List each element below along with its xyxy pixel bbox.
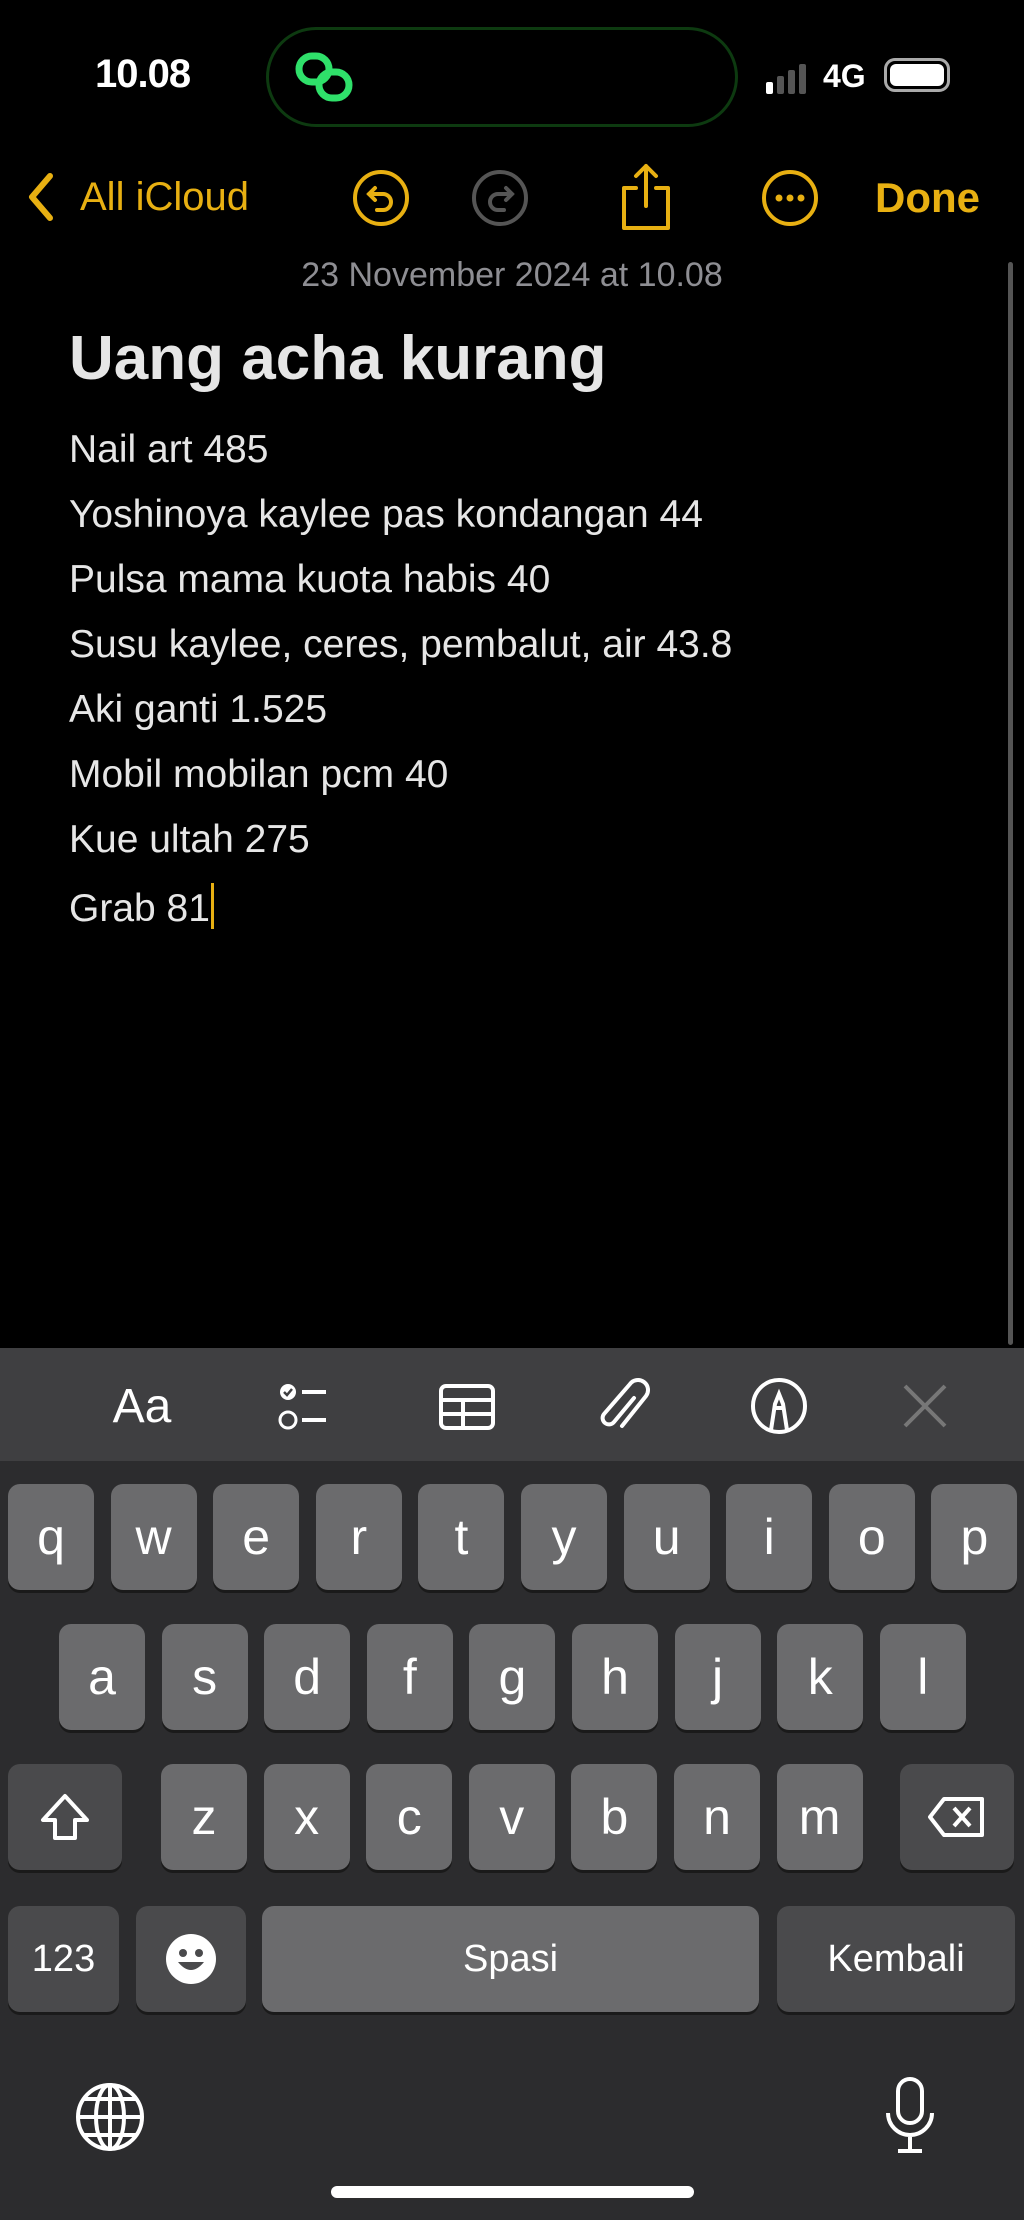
key-y[interactable]: y xyxy=(521,1484,607,1590)
network-type: 4G xyxy=(823,58,866,94)
note-title[interactable]: Uang acha kurang xyxy=(69,323,606,394)
key-t[interactable]: t xyxy=(418,1484,505,1590)
text-cursor xyxy=(210,883,214,929)
key-e[interactable]: e xyxy=(213,1484,300,1590)
key-i[interactable]: i xyxy=(726,1484,813,1590)
home-indicator[interactable] xyxy=(331,2186,694,2198)
space-key[interactable]: Spasi xyxy=(262,1906,759,2012)
link-icon xyxy=(295,52,353,102)
key-b[interactable]: b xyxy=(571,1764,658,1870)
key-h[interactable]: h xyxy=(572,1624,658,1730)
undo-icon[interactable] xyxy=(351,168,411,228)
status-time: 10.08 xyxy=(95,52,191,96)
key-a[interactable]: a xyxy=(59,1624,145,1730)
delete-icon xyxy=(928,1797,984,1837)
format-button[interactable]: Aa xyxy=(112,1376,172,1436)
note-line: Yoshinoya kaylee pas kondangan 44 xyxy=(69,493,703,536)
numbers-key[interactable]: 123 xyxy=(8,1906,119,2012)
note-line: Nail art 485 xyxy=(69,428,269,471)
key-p[interactable]: p xyxy=(931,1484,1018,1590)
key-o[interactable]: o xyxy=(828,1484,915,1590)
key-x[interactable]: x xyxy=(263,1764,350,1870)
globe-icon[interactable] xyxy=(74,2081,146,2158)
checklist-icon[interactable] xyxy=(274,1376,334,1436)
signal-icon xyxy=(766,64,806,94)
back-button[interactable]: All iCloud xyxy=(22,170,249,224)
note-line: Mobil mobilan pcm 40 xyxy=(69,753,449,796)
markup-icon[interactable] xyxy=(749,1376,809,1436)
emoji-key[interactable] xyxy=(136,1906,246,2012)
microphone-icon[interactable] xyxy=(882,2075,938,2160)
key-z[interactable]: z xyxy=(161,1764,247,1870)
emoji-icon xyxy=(166,1934,216,1984)
shift-icon xyxy=(41,1794,89,1840)
delete-key[interactable] xyxy=(900,1764,1014,1870)
key-g[interactable]: g xyxy=(469,1624,556,1730)
key-d[interactable]: d xyxy=(264,1624,351,1730)
key-w[interactable]: w xyxy=(110,1484,197,1590)
scrollbar[interactable] xyxy=(1008,262,1013,1345)
format-toolbar: Aa xyxy=(0,1348,1024,1461)
shift-key[interactable] xyxy=(8,1764,122,1870)
chevron-left-icon xyxy=(29,173,53,221)
share-icon[interactable] xyxy=(616,162,676,232)
redo-icon[interactable] xyxy=(470,168,530,228)
done-button[interactable]: Done xyxy=(875,174,980,222)
key-s[interactable]: s xyxy=(161,1624,248,1730)
note-line: Pulsa mama kuota habis 40 xyxy=(69,558,551,601)
note-line: Grab 81 xyxy=(69,883,732,948)
key-l[interactable]: l xyxy=(879,1624,966,1730)
key-m[interactable]: m xyxy=(776,1764,863,1870)
key-f[interactable]: f xyxy=(366,1624,453,1730)
key-k[interactable]: k xyxy=(777,1624,864,1730)
more-icon[interactable] xyxy=(760,168,820,228)
key-u[interactable]: u xyxy=(623,1484,710,1590)
note-line: Kue ultah 275 xyxy=(69,818,310,861)
key-c[interactable]: c xyxy=(366,1764,453,1870)
key-r[interactable]: r xyxy=(315,1484,402,1590)
note-body[interactable]: Nail art 485 Yoshinoya kaylee pas kondang… xyxy=(69,428,732,948)
close-icon[interactable] xyxy=(895,1376,955,1436)
battery-icon xyxy=(884,58,950,92)
keyboard: q w e r t y u i o p a s d f g h j k l z x c v b n m 123 Spasi Kembal… xyxy=(0,1461,1024,2220)
table-icon[interactable] xyxy=(437,1376,497,1436)
key-q[interactable]: q xyxy=(8,1484,94,1590)
back-label: All iCloud xyxy=(80,174,249,219)
key-n[interactable]: n xyxy=(674,1764,760,1870)
return-key[interactable]: Kembali xyxy=(777,1906,1015,2012)
attachment-icon[interactable] xyxy=(594,1376,654,1436)
note-line: Susu kaylee, ceres, pembalut, air 43.8 xyxy=(69,623,733,666)
note-line: Aki ganti 1.525 xyxy=(69,688,328,731)
key-v[interactable]: v xyxy=(468,1764,555,1870)
dynamic-island[interactable] xyxy=(266,27,738,127)
note-date: 23 November 2024 at 10.08 xyxy=(301,256,723,294)
key-j[interactable]: j xyxy=(674,1624,761,1730)
